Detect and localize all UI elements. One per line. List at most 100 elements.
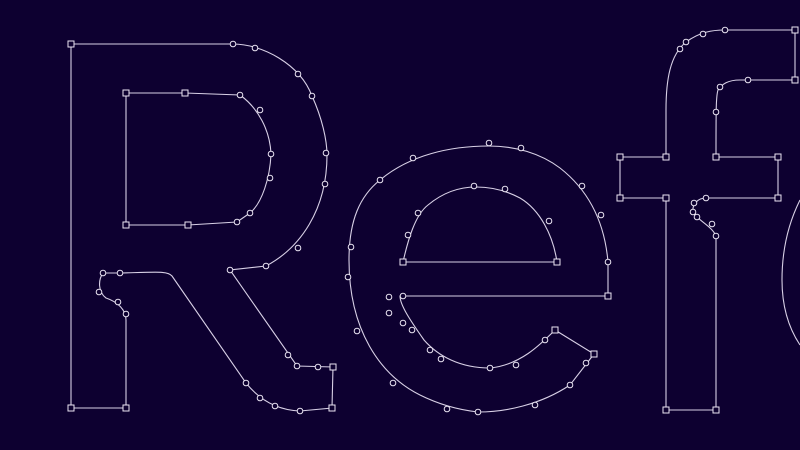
control-point[interactable] xyxy=(676,45,684,53)
on-curve-point[interactable] xyxy=(329,363,337,371)
on-curve-point[interactable] xyxy=(376,176,384,184)
on-curve-point[interactable] xyxy=(122,89,130,97)
on-curve-point[interactable] xyxy=(229,40,237,48)
on-curve-point[interactable] xyxy=(328,404,336,412)
on-curve-point[interactable] xyxy=(604,258,612,266)
control-point[interactable] xyxy=(294,244,302,252)
on-curve-point[interactable] xyxy=(604,292,612,300)
control-point[interactable] xyxy=(256,394,264,402)
glyph-e-points xyxy=(344,139,612,416)
on-curve-point[interactable] xyxy=(712,232,720,240)
on-curve-point[interactable] xyxy=(616,194,624,202)
on-curve-point[interactable] xyxy=(662,153,670,161)
on-curve-point[interactable] xyxy=(582,359,590,367)
on-curve-point[interactable] xyxy=(712,153,720,161)
on-curve-point[interactable] xyxy=(551,326,559,334)
control-point[interactable] xyxy=(414,209,422,217)
control-point[interactable] xyxy=(404,231,412,239)
on-curve-point[interactable] xyxy=(744,76,752,84)
control-point[interactable] xyxy=(353,327,361,335)
control-point[interactable] xyxy=(271,402,279,410)
control-point[interactable] xyxy=(246,209,254,217)
control-point[interactable] xyxy=(716,83,724,91)
on-curve-point[interactable] xyxy=(712,406,720,414)
on-curve-point[interactable] xyxy=(791,26,799,34)
on-curve-point[interactable] xyxy=(662,406,670,414)
on-curve-point[interactable] xyxy=(389,379,397,387)
on-curve-point[interactable] xyxy=(517,144,525,152)
on-curve-point[interactable] xyxy=(470,182,478,190)
on-curve-point[interactable] xyxy=(474,408,482,416)
glyph-o-partial xyxy=(781,199,800,346)
control-point[interactable] xyxy=(293,362,301,370)
on-curve-point[interactable] xyxy=(399,258,407,266)
control-point[interactable] xyxy=(501,185,509,193)
control-point[interactable] xyxy=(266,174,274,182)
on-curve-point[interactable] xyxy=(590,350,598,358)
control-point[interactable] xyxy=(689,208,697,216)
on-curve-point[interactable] xyxy=(616,153,624,161)
on-curve-point[interactable] xyxy=(226,266,234,274)
control-point[interactable] xyxy=(512,361,520,369)
control-point[interactable] xyxy=(284,351,292,359)
on-curve-point[interactable] xyxy=(702,194,710,202)
on-curve-point[interactable] xyxy=(693,213,701,221)
on-curve-point[interactable] xyxy=(791,76,799,84)
on-curve-point[interactable] xyxy=(662,194,670,202)
on-curve-point[interactable] xyxy=(116,269,124,277)
on-curve-point[interactable] xyxy=(322,149,330,157)
control-point[interactable] xyxy=(597,211,605,219)
on-curve-point[interactable] xyxy=(262,262,270,270)
control-point[interactable] xyxy=(545,217,553,225)
control-point[interactable] xyxy=(541,336,549,344)
control-point[interactable] xyxy=(708,220,716,228)
on-curve-point[interactable] xyxy=(314,363,322,371)
control-point[interactable] xyxy=(712,108,720,116)
on-curve-point[interactable] xyxy=(408,326,416,334)
on-curve-point[interactable] xyxy=(67,404,75,412)
on-curve-point[interactable] xyxy=(184,221,192,229)
on-curve-point[interactable] xyxy=(67,40,75,48)
on-curve-point[interactable] xyxy=(774,194,782,202)
on-curve-point[interactable] xyxy=(308,92,316,100)
on-curve-point[interactable] xyxy=(122,310,130,318)
control-point[interactable] xyxy=(690,199,698,207)
on-curve-point[interactable] xyxy=(774,153,782,161)
control-point[interactable] xyxy=(344,273,352,281)
on-curve-point[interactable] xyxy=(553,258,561,266)
control-point[interactable] xyxy=(99,269,107,277)
control-point[interactable] xyxy=(321,180,329,188)
on-curve-point[interactable] xyxy=(486,364,494,372)
on-curve-point[interactable] xyxy=(242,379,250,387)
control-point[interactable] xyxy=(437,355,445,363)
on-curve-point[interactable] xyxy=(114,298,122,306)
on-curve-point[interactable] xyxy=(181,89,189,97)
control-point[interactable] xyxy=(399,319,407,327)
control-point[interactable] xyxy=(531,401,539,409)
control-point[interactable] xyxy=(236,91,244,99)
control-point[interactable] xyxy=(95,288,103,296)
control-point[interactable] xyxy=(566,381,574,389)
on-curve-point[interactable] xyxy=(233,218,241,226)
control-point[interactable] xyxy=(385,309,393,317)
control-point[interactable] xyxy=(426,346,434,354)
control-point[interactable] xyxy=(294,70,302,78)
on-curve-point[interactable] xyxy=(267,150,275,158)
control-point[interactable] xyxy=(443,405,451,413)
control-point[interactable] xyxy=(485,139,493,147)
control-point[interactable] xyxy=(251,44,259,52)
on-curve-point[interactable] xyxy=(682,38,690,46)
control-point[interactable] xyxy=(256,106,264,114)
glyph-f xyxy=(616,26,799,414)
on-curve-point[interactable] xyxy=(347,243,355,251)
control-point[interactable] xyxy=(578,182,586,190)
glyph-R xyxy=(67,40,337,415)
on-curve-point[interactable] xyxy=(385,293,393,301)
on-curve-point[interactable] xyxy=(399,292,407,300)
on-curve-point[interactable] xyxy=(122,404,130,412)
on-curve-point[interactable] xyxy=(122,221,130,229)
control-point[interactable] xyxy=(699,30,707,38)
on-curve-point[interactable] xyxy=(721,26,729,34)
control-point[interactable] xyxy=(409,154,417,162)
on-curve-point[interactable] xyxy=(296,407,304,415)
